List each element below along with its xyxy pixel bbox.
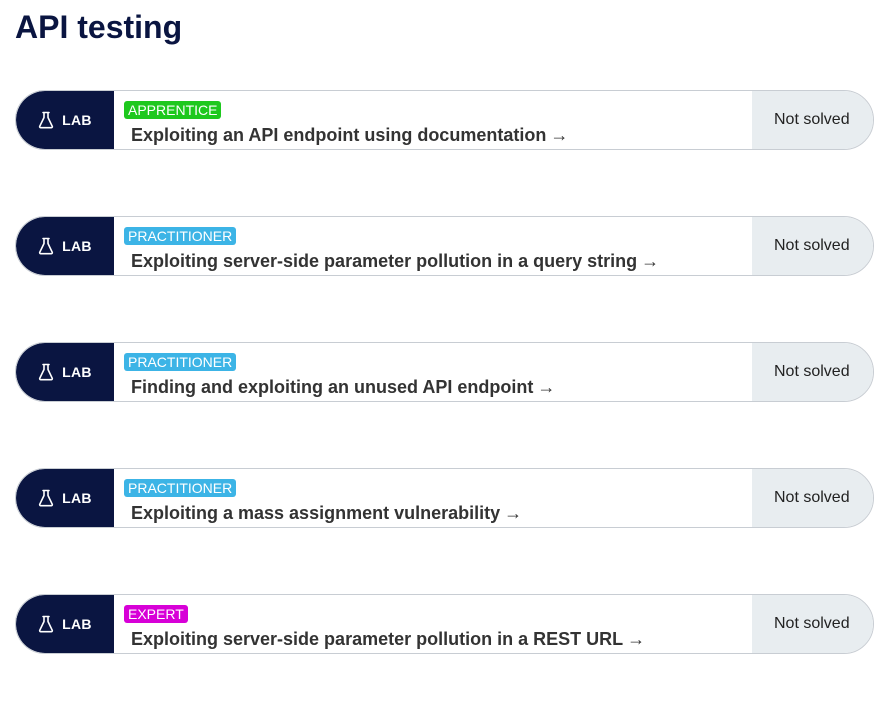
arrow-right-icon: → xyxy=(627,629,646,649)
flask-icon xyxy=(38,615,54,633)
lab-card[interactable]: LAB PRACTITIONER Exploiting a mass assig… xyxy=(15,468,874,528)
lab-title-link[interactable]: Exploiting server-side parameter polluti… xyxy=(131,628,645,650)
status-badge: Not solved xyxy=(752,343,873,401)
lab-title-text: Finding and exploiting an unused API end… xyxy=(131,377,534,397)
lab-title-text: Exploiting server-side parameter polluti… xyxy=(131,251,638,271)
lab-body: PRACTITIONER Exploiting server-side para… xyxy=(114,217,752,275)
lab-title-text: Exploiting an API endpoint using documen… xyxy=(131,125,547,145)
arrow-right-icon: → xyxy=(537,377,556,397)
lab-title-text: Exploiting a mass assignment vulnerabili… xyxy=(131,503,501,523)
lab-card[interactable]: LAB PRACTITIONER Exploiting server-side … xyxy=(15,216,874,276)
status-badge: Not solved xyxy=(752,91,873,149)
lab-body: PRACTITIONER Exploiting a mass assignmen… xyxy=(114,469,752,527)
lab-body: EXPERT Exploiting server-side parameter … xyxy=(114,595,752,653)
lab-pill: LAB xyxy=(16,217,114,275)
status-badge: Not solved xyxy=(752,217,873,275)
flask-icon xyxy=(38,111,54,129)
lab-tag: LAB xyxy=(62,616,92,632)
level-badge-apprentice: APPRENTICE xyxy=(124,101,222,119)
lab-list: LAB APPRENTICE Exploiting an API endpoin… xyxy=(15,90,874,720)
flask-icon xyxy=(38,489,54,507)
status-badge: Not solved xyxy=(752,469,873,527)
lab-pill: LAB xyxy=(16,469,114,527)
level-badge-practitioner: PRACTITIONER xyxy=(124,353,237,371)
lab-tag: LAB xyxy=(62,364,92,380)
lab-tag: LAB xyxy=(62,238,92,254)
lab-body: APPRENTICE Exploiting an API endpoint us… xyxy=(114,91,752,149)
lab-pill: LAB xyxy=(16,595,114,653)
lab-title-text: Exploiting server-side parameter polluti… xyxy=(131,629,624,649)
lab-card[interactable]: LAB EXPERT Exploiting server-side parame… xyxy=(15,594,874,654)
flask-icon xyxy=(38,363,54,381)
lab-pill: LAB xyxy=(16,343,114,401)
lab-title-link[interactable]: Finding and exploiting an unused API end… xyxy=(131,376,555,398)
lab-title-link[interactable]: Exploiting server-side parameter polluti… xyxy=(131,250,659,272)
lab-title-link[interactable]: Exploiting a mass assignment vulnerabili… xyxy=(131,502,522,524)
level-badge-expert: EXPERT xyxy=(124,605,188,623)
lab-body: PRACTITIONER Finding and exploiting an u… xyxy=(114,343,752,401)
arrow-right-icon: → xyxy=(641,251,660,271)
page-title: API testing xyxy=(15,9,183,45)
status-badge: Not solved xyxy=(752,595,873,653)
lab-title-link[interactable]: Exploiting an API endpoint using documen… xyxy=(131,124,568,146)
level-badge-practitioner: PRACTITIONER xyxy=(124,227,237,245)
lab-pill: LAB xyxy=(16,91,114,149)
lab-card[interactable]: LAB PRACTITIONER Finding and exploiting … xyxy=(15,342,874,402)
arrow-right-icon: → xyxy=(504,503,523,523)
flask-icon xyxy=(38,237,54,255)
lab-tag: LAB xyxy=(62,112,92,128)
lab-tag: LAB xyxy=(62,490,92,506)
level-badge-practitioner: PRACTITIONER xyxy=(124,479,237,497)
lab-card[interactable]: LAB APPRENTICE Exploiting an API endpoin… xyxy=(15,90,874,150)
arrow-right-icon: → xyxy=(550,125,569,145)
